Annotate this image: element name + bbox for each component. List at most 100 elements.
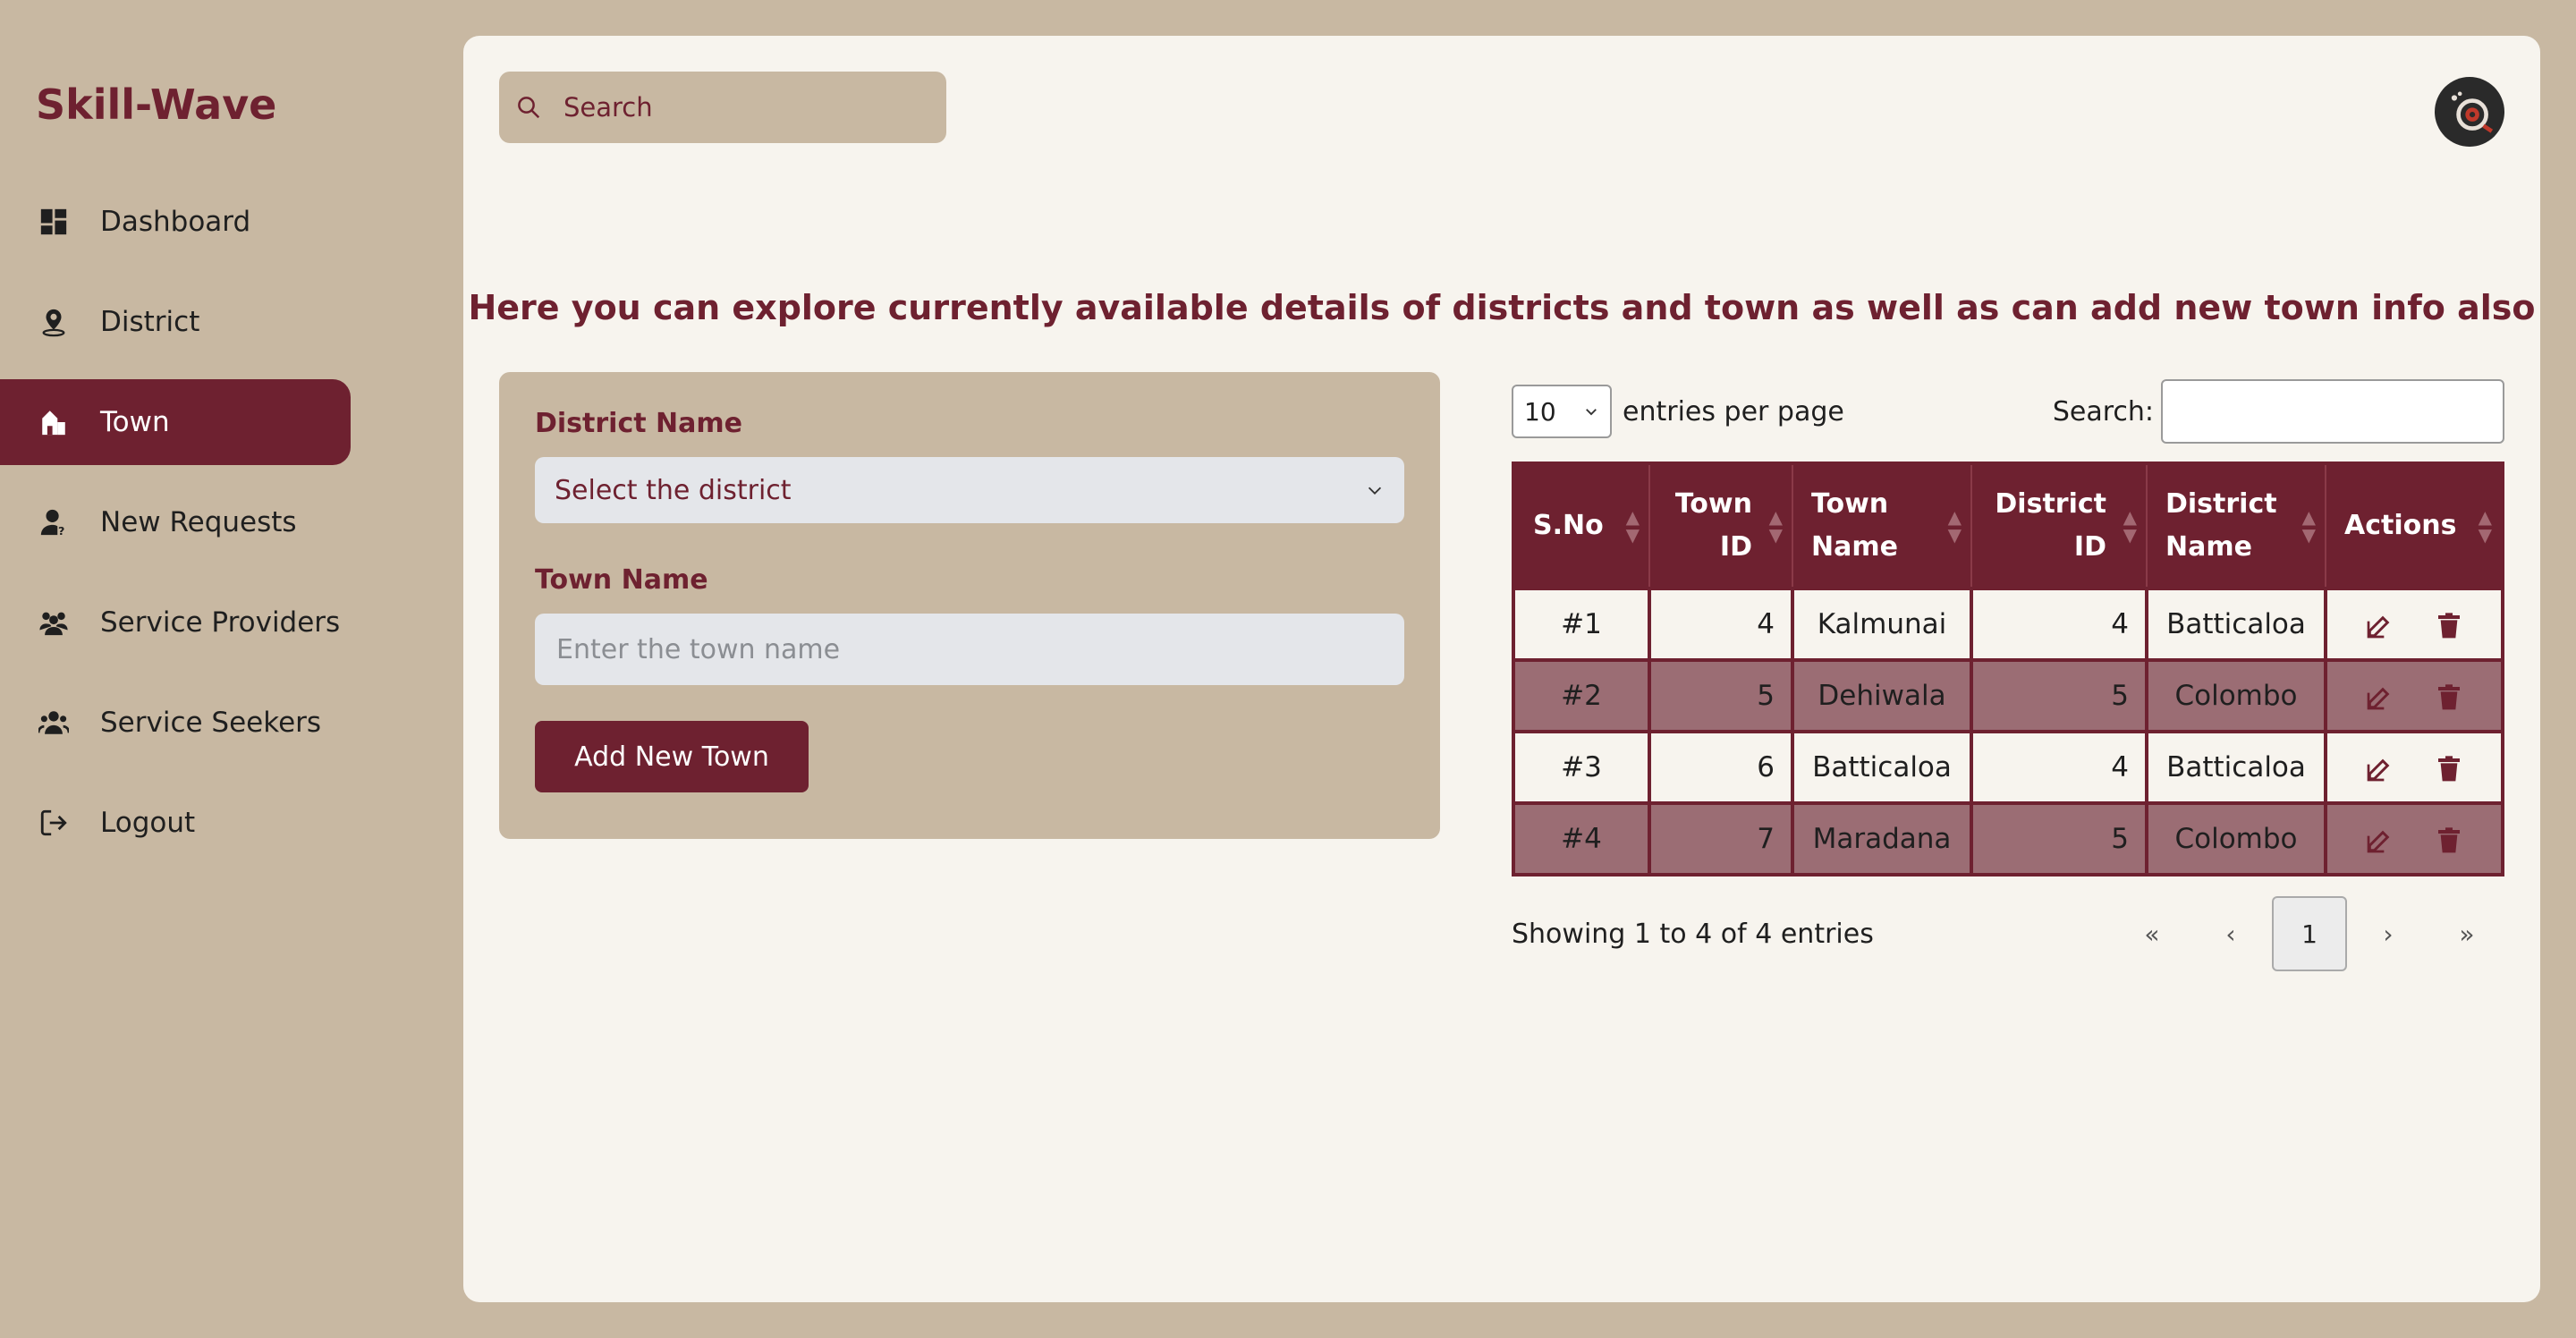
page-headline: Here you can explore currently available…	[468, 288, 2536, 327]
delete-icon[interactable]	[2435, 755, 2463, 783]
sidebar-item-label: Logout	[100, 807, 196, 839]
per-page-label: entries per page	[1623, 395, 1844, 428]
user-group-icon	[38, 707, 70, 739]
map-pin-icon	[38, 306, 70, 338]
cell-district-name: Colombo	[2145, 658, 2327, 733]
sidebar-item-district[interactable]: District	[0, 279, 351, 365]
towns-table: S.No ▲ ▼ Town ID ▲ ▼ Town Name ▲ ▼ District ID…	[1512, 462, 2504, 876]
cell-town-name: Dehiwala	[1791, 658, 1973, 733]
page-last-button[interactable]: »	[2429, 896, 2504, 971]
delete-icon[interactable]	[2435, 683, 2463, 712]
sidebar-item-dashboard[interactable]: Dashboard	[0, 179, 351, 265]
cell-district-name: Batticaloa	[2145, 730, 2327, 805]
town-name-input[interactable]: Enter the town name	[535, 614, 1404, 685]
cell-town-id: 4	[1648, 587, 1794, 662]
cell-town-name: Batticaloa	[1791, 730, 1973, 805]
per-page-select[interactable]: 10	[1512, 385, 1612, 438]
cell-sno: #3	[1512, 730, 1651, 805]
cell-district-name: Colombo	[2145, 801, 2327, 876]
add-town-form: District Name Select the district Town N…	[499, 372, 1440, 839]
cell-town-name: Maradana	[1791, 801, 1973, 876]
sidebar-item-label: Service Seekers	[100, 707, 322, 739]
sidebar-item-label: District	[100, 306, 200, 338]
chevron-down-icon	[1586, 409, 1597, 416]
column-header-actions[interactable]: Actions ▲ ▼	[2326, 463, 2504, 589]
table-search-input[interactable]	[2161, 379, 2504, 444]
sidebar-item-logout[interactable]: Logout	[0, 780, 351, 866]
edit-icon[interactable]	[2365, 826, 2394, 855]
avatar[interactable]	[2435, 77, 2504, 147]
sidebar-item-label: Service Providers	[100, 606, 341, 639]
cell-district-id: 4	[1970, 730, 2148, 805]
cell-district-id: 5	[1970, 658, 2148, 733]
sidebar-item-label: Dashboard	[100, 206, 251, 238]
table-info: Showing 1 to 4 of 4 entries	[1512, 918, 1874, 950]
delete-icon[interactable]	[2435, 826, 2463, 855]
sidebar-item-service-seekers[interactable]: Service Seekers	[0, 680, 351, 766]
table-row: #4 7 Maradana 5 Colombo	[1512, 801, 2504, 876]
sort-icon: ▲ ▼	[1625, 506, 1640, 546]
sort-icon: ▲ ▼	[2478, 506, 2492, 546]
sidebar-item-town[interactable]: Town	[0, 379, 351, 465]
table-footer: Showing 1 to 4 of 4 entries « ‹ 1 › »	[1512, 896, 2504, 971]
page-current-button[interactable]: 1	[2272, 896, 2347, 971]
sidebar-item-new-requests[interactable]: ? New Requests	[0, 479, 351, 565]
district-select[interactable]: Select the district	[535, 457, 1404, 523]
column-header-town-id[interactable]: Town ID ▲ ▼	[1649, 463, 1793, 589]
edit-icon[interactable]	[2365, 683, 2394, 712]
column-header-district-id[interactable]: District ID ▲ ▼	[1971, 463, 2148, 589]
brand-logo[interactable]: Skill-Wave	[36, 80, 276, 129]
cell-sno: #1	[1512, 587, 1651, 662]
page-prev-button[interactable]: ‹	[2193, 896, 2268, 971]
user-request-icon: ?	[38, 506, 70, 538]
cell-town-id: 5	[1648, 658, 1794, 733]
sidebar-item-service-providers[interactable]: Service Providers	[0, 580, 351, 665]
cell-sno: #2	[1512, 658, 1651, 733]
table-search: Search:	[2053, 379, 2504, 444]
main-panel: Here you can explore currently available…	[463, 36, 2540, 1302]
per-page-control: 10 entries per page	[1512, 385, 1844, 438]
table-row: #1 4 Kalmunai 4 Batticaloa	[1512, 587, 2504, 662]
search-input[interactable]	[564, 92, 921, 123]
district-select-value: Select the district	[555, 474, 792, 506]
page-next-button[interactable]: ›	[2351, 896, 2426, 971]
users-icon	[38, 606, 70, 639]
add-new-town-button[interactable]: Add New Town	[535, 721, 809, 792]
cell-sno: #4	[1512, 801, 1651, 876]
table-header-row: S.No ▲ ▼ Town ID ▲ ▼ Town Name ▲ ▼ District ID…	[1513, 463, 2504, 589]
cell-town-id: 7	[1648, 801, 1794, 876]
column-header-sno[interactable]: S.No ▲ ▼	[1513, 463, 1650, 589]
cell-district-name: Batticaloa	[2145, 587, 2327, 662]
town-name-label: Town Name	[535, 564, 708, 596]
table-toolbar: 10 entries per page Search:	[1512, 379, 2504, 444]
cell-town-id: 6	[1648, 730, 1794, 805]
cell-town-name: Kalmunai	[1791, 587, 1973, 662]
search-icon	[518, 97, 540, 119]
table-row: #2 5 Dehiwala 5 Colombo	[1512, 658, 2504, 733]
chevron-down-icon	[1368, 487, 1382, 495]
town-icon	[38, 406, 70, 438]
delete-icon[interactable]	[2435, 612, 2463, 640]
global-search[interactable]	[499, 72, 946, 143]
table-search-label: Search:	[2052, 395, 2154, 428]
sidebar-item-label: Town	[100, 406, 170, 438]
sidebar-item-label: New Requests	[100, 506, 297, 538]
page-first-button[interactable]: «	[2114, 896, 2190, 971]
column-header-district-name[interactable]: District Name ▲ ▼	[2147, 463, 2326, 589]
dashboard-icon	[38, 206, 70, 238]
edit-icon[interactable]	[2365, 755, 2394, 783]
edit-icon[interactable]	[2365, 612, 2394, 640]
cell-district-id: 5	[1970, 801, 2148, 876]
pagination: « ‹ 1 › »	[2111, 896, 2504, 971]
svg-text:?: ?	[58, 525, 64, 538]
sort-icon: ▲ ▼	[1768, 506, 1783, 546]
cell-actions	[2324, 587, 2504, 662]
district-name-label: District Name	[535, 408, 742, 439]
towns-table-area: 10 entries per page Search: S.No ▲ ▼ Town …	[1512, 379, 2504, 971]
per-page-value: 10	[1524, 396, 1556, 427]
sort-icon: ▲ ▼	[2301, 506, 2316, 546]
column-header-town-name[interactable]: Town Name ▲ ▼	[1792, 463, 1972, 589]
sort-icon: ▲ ▼	[2123, 506, 2137, 546]
sort-icon: ▲ ▼	[1947, 506, 1962, 546]
cell-actions	[2324, 801, 2504, 876]
